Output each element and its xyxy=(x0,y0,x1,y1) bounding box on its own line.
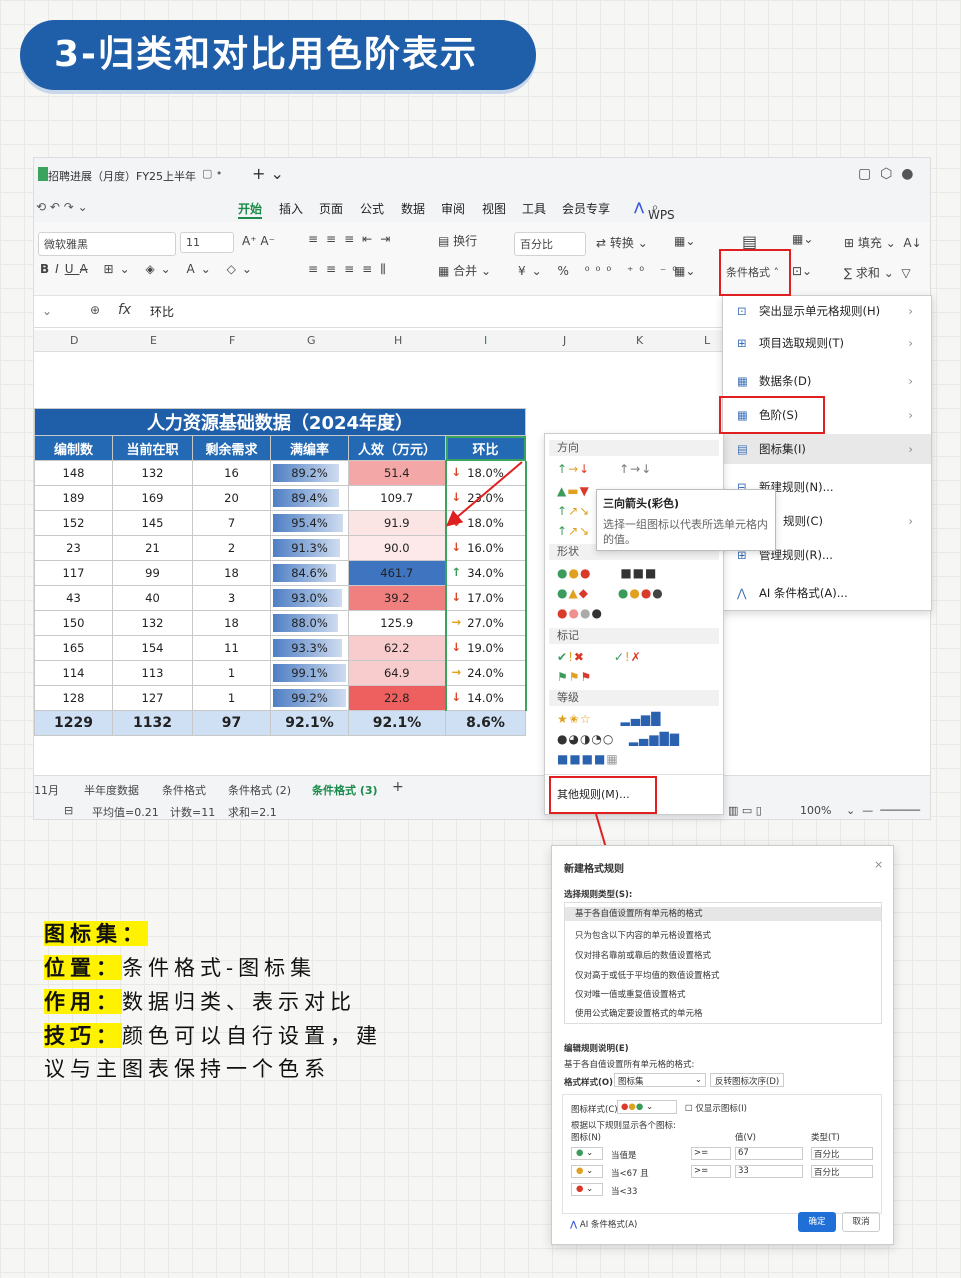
note-key: 位置： xyxy=(44,955,122,980)
rule1-type-select[interactable]: 百分比 xyxy=(811,1147,873,1160)
dialog-ai-label: AI 条件格式(A) xyxy=(579,1220,638,1230)
rule-type-item[interactable]: 仅对高于或低于平均值的数值设置格式 xyxy=(575,969,720,981)
note-line-3: 作用：数据归类、表示对比 xyxy=(44,985,382,1019)
rule-type-item[interactable]: 仅对唯一值或重复值设置格式 xyxy=(575,988,686,1000)
yellow-circle-icon: ● xyxy=(628,1102,636,1112)
rule3-icon-select[interactable]: ● ⌄ xyxy=(571,1183,603,1196)
rule-desc: 根据以下规则显示各个图标: xyxy=(571,1121,676,1131)
chevron-down-icon: ⌄ xyxy=(694,1075,702,1085)
notes: 图标集： 位置：条件格式-图标集 作用：数据归类、表示对比 技巧：颜色可以自行设… xyxy=(44,917,382,1086)
arrow-to-table xyxy=(445,461,523,527)
red-circle-icon: ● xyxy=(576,1184,584,1194)
note-value: 条件格式-图标集 xyxy=(122,956,317,980)
rule-type-item[interactable]: 基于各自值设置所有单元格的格式 xyxy=(565,907,881,921)
icon-style-select[interactable]: ●●● ⌄ xyxy=(617,1100,677,1114)
note-value: 数据归类、表示对比 xyxy=(122,990,356,1014)
icon-style-label: 图标样式(C) xyxy=(571,1105,618,1115)
ok-button[interactable]: 确定 xyxy=(798,1212,836,1232)
note-key: 图标集： xyxy=(44,921,148,946)
note-line-1: 图标集： xyxy=(44,917,382,951)
format-style-value: 图标集 xyxy=(618,1077,644,1087)
col-icon-label: 图标(N) xyxy=(571,1133,601,1143)
rule2-cond: 当<67 且 xyxy=(611,1169,649,1179)
yellow-circle-icon: ● xyxy=(576,1166,584,1176)
rule-type-list: 基于各自值设置所有单元格的格式 只为包含以下内容的单元格设置格式 仅对排名靠前或… xyxy=(564,902,882,1024)
edit-rule-desc: 基于各自值设置所有单元格的格式: xyxy=(564,1060,695,1070)
rule-type-item[interactable]: 仅对排名靠前或靠后的数值设置格式 xyxy=(575,949,711,961)
note-value: 颜色可以自行设置，建 xyxy=(122,1024,382,1048)
green-circle-icon: ● xyxy=(635,1102,644,1112)
note-line-5: 议与主图表保持一个色系 xyxy=(44,1057,330,1081)
edit-rule-label: 编辑规则说明(E) xyxy=(564,1044,629,1054)
note-line-4: 技巧：颜色可以自行设置，建 xyxy=(44,1019,382,1053)
format-style-label: 格式样式(O) xyxy=(564,1078,613,1088)
note-line-2: 位置：条件格式-图标集 xyxy=(44,951,382,985)
close-icon[interactable]: × xyxy=(874,858,883,871)
show-icon-only-label: 仅显示图标(I) xyxy=(695,1104,747,1114)
rule3-cond: 当<33 xyxy=(611,1187,638,1197)
green-circle-icon: ● xyxy=(576,1148,584,1158)
rule2-value-input[interactable]: 33 xyxy=(735,1165,803,1178)
dialog-ai-link[interactable]: ⋀ AI 条件格式(A) xyxy=(570,1218,637,1230)
dialog-title: 新建格式规则 xyxy=(564,864,624,875)
rule1-cond: 当值是 xyxy=(611,1151,637,1161)
reverse-icons-button[interactable]: 反转图标次序(D) xyxy=(710,1073,785,1087)
cancel-button[interactable]: 取消 xyxy=(842,1212,880,1232)
rule1-value-input[interactable]: 67 xyxy=(735,1147,803,1160)
col-value-label: 值(V) xyxy=(735,1133,756,1143)
rule1-icon-select[interactable]: ● ⌄ xyxy=(571,1147,603,1160)
icon-rule-box: 图标样式(C) ●●● ⌄ ☐ 仅显示图标(I) 根据以下规则显示各个图标: 图… xyxy=(562,1094,882,1214)
rule2-type-select[interactable]: 百分比 xyxy=(811,1165,873,1178)
new-rule-dialog: 新建格式规则 × 选择规则类型(S): 基于各自值设置所有单元格的格式 只为包含… xyxy=(551,845,894,1245)
format-style-select[interactable]: 图标集 ⌄ xyxy=(614,1073,706,1087)
rule-type-label: 选择规则类型(S): xyxy=(564,890,633,900)
rule2-op-select[interactable]: >= xyxy=(691,1165,731,1178)
show-icon-only-checkbox[interactable]: ☐ 仅显示图标(I) xyxy=(685,1102,747,1114)
col-type-label: 类型(T) xyxy=(811,1133,840,1143)
rule-type-item[interactable]: 只为包含以下内容的单元格设置格式 xyxy=(575,929,711,941)
ai-icon: ⋀ xyxy=(570,1220,578,1230)
rule1-op-select[interactable]: >= xyxy=(691,1147,731,1160)
note-key: 技巧： xyxy=(44,1023,122,1048)
rule2-icon-select[interactable]: ● ⌄ xyxy=(571,1165,603,1178)
rule-type-item[interactable]: 使用公式确定要设置格式的单元格 xyxy=(575,1007,703,1019)
note-key: 作用： xyxy=(44,989,122,1014)
